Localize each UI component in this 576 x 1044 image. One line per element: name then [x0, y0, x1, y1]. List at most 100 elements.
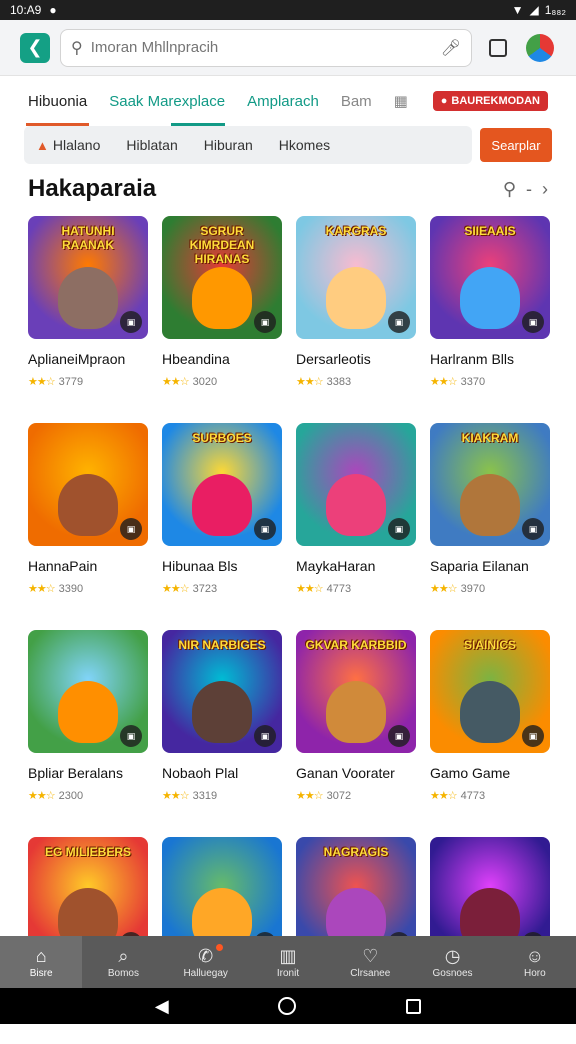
thumbnail-banner: NIR NARBIGES — [178, 638, 266, 652]
mic-icon[interactable]: 🎤︎ — [441, 38, 461, 58]
character-art — [460, 681, 520, 743]
brand-badge-label: BAUREKMODAN — [451, 95, 540, 107]
nav-item[interactable]: ☺ Horo — [494, 936, 576, 988]
app-thumbnail[interactable]: SIIEAAIS ▣ — [430, 216, 550, 339]
tab-amplarach[interactable]: Amplarach — [247, 76, 319, 126]
filter-label: Hiburan — [203, 137, 253, 153]
screenshot-icon[interactable] — [482, 32, 514, 64]
app-thumbnail[interactable]: SGRUR KIMRDEAN HIRANAS ▣ — [162, 216, 282, 339]
app-thumbnail[interactable]: KIAKRAM ▣ — [430, 423, 550, 546]
home-icon: ⌂ — [35, 945, 47, 966]
nav-item[interactable]: ✆ Halluegay — [165, 936, 247, 988]
star-icon: ★★☆ — [28, 790, 56, 802]
app-rating: ★★☆ 3723 — [162, 582, 282, 595]
star-icon: ★★☆ — [28, 376, 56, 388]
profile-avatar[interactable] — [524, 32, 556, 64]
app-rating: ★★☆ 3319 — [162, 789, 282, 802]
app-card[interactable]: ▣ MaykaHaran ★★☆ 4773 — [296, 423, 416, 630]
app-name[interactable]: AplianeiMpraon — [28, 351, 148, 367]
tab-marketplace[interactable]: Saak Marexplace — [109, 76, 225, 126]
filter-chip[interactable]: Hiburan — [204, 137, 253, 153]
nav-item[interactable]: ▥ Ironit — [247, 936, 329, 988]
app-card[interactable]: ▣ HannaPain ★★☆ 3390 — [28, 423, 148, 630]
app-name[interactable]: Nobaoh Plal — [162, 765, 282, 781]
app-name[interactable]: Harlranm Blls — [430, 351, 550, 367]
nav-label: Bisre — [29, 967, 53, 979]
app-thumbnail[interactable]: ▣ — [28, 630, 148, 753]
search-button[interactable]: Searplar — [480, 128, 552, 162]
chevron-right-icon[interactable]: › — [542, 179, 548, 200]
app-name[interactable]: Ganan Voorater — [296, 765, 416, 781]
app-logo-icon[interactable]: ❮ — [20, 32, 50, 63]
brand-badge[interactable]: ● BAUREKMODAN — [432, 91, 548, 111]
character-art — [58, 681, 118, 743]
home-circle-icon[interactable] — [278, 997, 297, 1015]
app-thumbnail[interactable]: NIR NARBIGES ▣ — [162, 630, 282, 753]
app-rating: ★★☆ 3390 — [28, 582, 148, 595]
app-thumbnail[interactable]: SIAINICS ▣ — [430, 630, 550, 753]
app-card[interactable]: SIAINICS ▣ Gamo Game ★★☆ 4773 — [430, 630, 550, 837]
rating-count: 3390 — [58, 583, 84, 595]
nav-item[interactable]: ⌕ Bomos — [82, 936, 164, 988]
thumbnail-banner: HATUNHI RAANAK — [61, 224, 115, 252]
app-card[interactable]: SIIEAAIS ▣ Harlranm Blls ★★☆ 3370 — [430, 216, 550, 423]
app-name[interactable]: Gamo Game — [430, 765, 550, 781]
app-thumbnail[interactable]: ▣ — [296, 423, 416, 546]
star-icon: ★★☆ — [296, 790, 324, 802]
app-thumbnail[interactable]: KARGRAS ▣ — [296, 216, 416, 339]
tab-bam[interactable]: Bam — [341, 76, 372, 126]
nav-item[interactable]: ♡ Clrsanee — [329, 936, 411, 988]
filter-chip[interactable]: Hkomes — [279, 137, 330, 153]
top-bar: ❮ ⚲ 🎤︎ — [0, 20, 576, 76]
filter-chip[interactable]: Hiblatan — [126, 137, 177, 153]
app-card[interactable]: NIR NARBIGES ▣ Nobaoh Plal ★★☆ 3319 — [162, 630, 282, 837]
app-name[interactable]: MaykaHaran — [296, 558, 416, 574]
recents-icon[interactable] — [406, 998, 422, 1014]
nav-item[interactable]: ⌂ Bisre — [0, 936, 83, 988]
age-rating-icon: ▣ — [254, 311, 276, 333]
app-thumbnail[interactable]: SURBOES ▣ — [162, 423, 282, 546]
age-rating-icon: ▣ — [388, 725, 410, 747]
filter-chip[interactable]: ▲ Hlalano — [36, 137, 100, 153]
star-icon: ★★☆ — [162, 790, 190, 802]
character-art — [460, 474, 520, 536]
app-card[interactable]: HATUNHI RAANAK ▣ AplianeiMpraon ★★☆ 3779 — [28, 216, 148, 423]
person-icon: ☺ — [525, 945, 545, 966]
calendar-icon[interactable]: ▦ — [394, 76, 408, 126]
app-thumbnail[interactable]: GKVAR KARBBID ▣ — [296, 630, 416, 753]
character-art — [58, 267, 118, 329]
app-card[interactable]: SGRUR KIMRDEAN HIRANAS ▣ Hbeandina ★★☆ 3020 — [162, 216, 282, 423]
app-card[interactable]: SURBOES ▣ Hibunaa Bls ★★☆ 3723 — [162, 423, 282, 630]
app-card[interactable]: ▣ Bpliar Beralans ★★☆ 2300 — [28, 630, 148, 837]
age-rating-icon: ▣ — [522, 518, 544, 540]
app-rating: ★★☆ 2300 — [28, 789, 148, 802]
app-name[interactable]: HannaPain — [28, 558, 148, 574]
search-icon[interactable]: ⚲ — [503, 179, 516, 200]
nav-item[interactable]: ◷ Gosnoes — [411, 936, 493, 988]
thumbnail-banner: GKVAR KARBBID — [305, 638, 407, 652]
app-name[interactable]: Hibunaa Bls — [162, 558, 282, 574]
app-card[interactable]: KIAKRAM ▣ Saparia Eilanan ★★☆ 3970 — [430, 423, 550, 630]
search-box[interactable]: ⚲ 🎤︎ — [60, 28, 472, 67]
app-rating: ★★☆ 3779 — [28, 375, 148, 388]
app-thumbnail[interactable]: HATUNHI RAANAK ▣ — [28, 216, 148, 339]
app-name[interactable]: Dersarleotis — [296, 351, 416, 367]
nav-label: Clrsanee — [350, 967, 391, 979]
thumbnail-banner: KIAKRAM — [461, 431, 519, 445]
signal-icon: ◢ — [529, 3, 539, 17]
app-thumbnail[interactable]: ▣ — [28, 423, 148, 546]
search-input[interactable] — [90, 39, 433, 56]
back-icon[interactable]: ◀ — [155, 996, 169, 1017]
tab-hibuonia[interactable]: Hibuonia — [25, 76, 90, 126]
app-name[interactable]: Saparia Eilanan — [430, 558, 550, 574]
app-card[interactable]: GKVAR KARBBID ▣ Ganan Voorater ★★☆ 3072 — [296, 630, 416, 837]
rating-count: 3383 — [326, 376, 352, 388]
character-art — [326, 267, 386, 329]
star-icon: ★★☆ — [430, 583, 458, 595]
app-card[interactable]: KARGRAS ▣ Dersarleotis ★★☆ 3383 — [296, 216, 416, 423]
app-name[interactable]: Bpliar Beralans — [28, 765, 148, 781]
app-rating: ★★☆ 3383 — [296, 375, 416, 388]
app-name[interactable]: Hbeandina — [162, 351, 282, 367]
rating-count: 4773 — [460, 790, 486, 802]
app-rating: ★★☆ 4773 — [430, 789, 550, 802]
